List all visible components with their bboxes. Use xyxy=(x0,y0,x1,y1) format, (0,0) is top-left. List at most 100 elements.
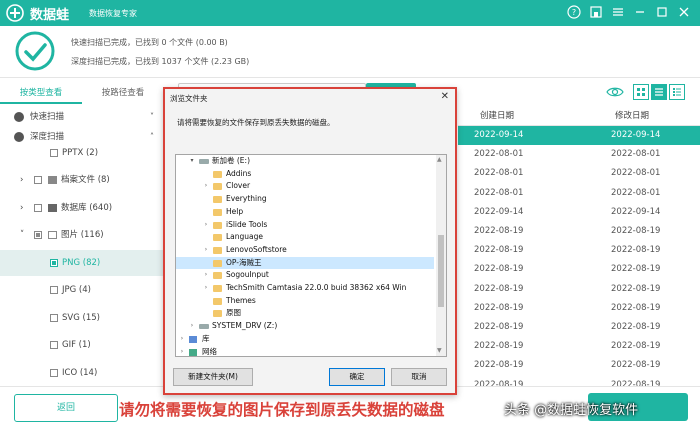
preview-eye-icon[interactable] xyxy=(606,86,624,98)
tree-item[interactable]: Themes xyxy=(176,295,434,308)
modified-date-cell: 2022-09-14 xyxy=(611,130,661,140)
table-row[interactable]: 2022-09-14 2022-09-14 xyxy=(458,203,700,222)
ok-button[interactable]: 确定 xyxy=(329,368,385,386)
tree-item[interactable]: › 网络 xyxy=(176,346,434,357)
tree-item-label: 库 xyxy=(202,333,210,343)
minimize-icon[interactable] xyxy=(632,5,648,21)
chevron-down-icon[interactable]: ˅ xyxy=(20,222,24,248)
sidebar-item-pptx[interactable]: PPTX (2) xyxy=(0,140,165,166)
tree-item[interactable]: Help xyxy=(176,206,434,219)
tree-item[interactable]: Everything xyxy=(176,193,434,206)
folder-icon xyxy=(213,183,222,191)
tree-scrollbar[interactable]: ▲ ▼ xyxy=(436,155,446,356)
table-row[interactable]: 2022-08-19 2022-08-19 xyxy=(458,222,700,241)
new-folder-button[interactable]: 新建文件夹(M) xyxy=(173,368,253,386)
checkbox[interactable] xyxy=(50,369,58,377)
modified-date-cell: 2022-08-19 xyxy=(611,341,661,352)
checkbox-partial[interactable] xyxy=(34,231,42,239)
tree-item[interactable]: Language xyxy=(176,231,434,244)
sidebar-item-jpg[interactable]: JPG (4) xyxy=(0,277,165,303)
sidebar-item-ico[interactable]: ICO (14) xyxy=(0,360,165,386)
app-slogan: 数据恢复专家 xyxy=(89,9,137,18)
checkbox[interactable] xyxy=(34,176,42,184)
tree-item[interactable]: 原图 xyxy=(176,307,434,320)
back-button[interactable]: 返回 xyxy=(14,394,118,422)
checkbox[interactable] xyxy=(50,341,58,349)
column-created-date[interactable]: 创建日期 xyxy=(480,109,514,121)
checkbox[interactable] xyxy=(34,204,42,212)
scroll-down-icon[interactable]: ▼ xyxy=(437,347,442,354)
sidebar-item-label: JPG (4) xyxy=(62,285,91,295)
expand-closed-icon[interactable]: › xyxy=(178,333,186,346)
checkbox[interactable] xyxy=(50,286,58,294)
tree-item-label: Addins xyxy=(226,168,252,178)
sidebar-item-database[interactable]: › 数据库 (640) xyxy=(0,195,165,221)
expand-closed-icon[interactable]: › xyxy=(202,269,210,282)
sidebar-item-images[interactable]: ˅ 图片 (116) xyxy=(0,222,165,248)
folder-icon xyxy=(213,221,222,229)
close-icon[interactable] xyxy=(676,5,692,21)
grid-view-icon[interactable] xyxy=(633,84,649,100)
tree-item[interactable]: › SYSTEM_DRV (Z:) xyxy=(176,320,434,333)
expand-open-icon[interactable]: ▾ xyxy=(188,155,196,168)
table-row[interactable]: 2022-08-19 2022-08-19 xyxy=(458,241,700,260)
tree-item-label: Help xyxy=(226,206,244,216)
created-date-cell: 2022-09-14 xyxy=(474,130,524,140)
tab-by-type[interactable]: 按类型查看 xyxy=(0,82,82,104)
table-row[interactable]: 2022-08-19 2022-08-19 xyxy=(458,299,700,318)
sidebar-item-gif[interactable]: GIF (1) xyxy=(0,332,165,358)
table-row[interactable]: 2022-08-19 2022-08-19 xyxy=(458,356,700,375)
table-row[interactable]: 2022-08-01 2022-08-01 xyxy=(458,145,700,164)
cancel-button[interactable]: 取消 xyxy=(391,368,447,386)
tree-item[interactable]: › SogouInput xyxy=(176,269,434,282)
expand-closed-icon[interactable]: › xyxy=(188,320,196,333)
tree-item[interactable]: › TechSmith Camtasia 22.0.0 buid 38362 x6… xyxy=(176,282,434,295)
expand-closed-icon[interactable]: › xyxy=(202,282,210,295)
tree-item[interactable]: Addins xyxy=(176,168,434,181)
home-icon[interactable] xyxy=(588,5,604,21)
sidebar-item-label: GIF (1) xyxy=(62,340,91,350)
checkbox[interactable] xyxy=(50,149,58,157)
expand-closed-icon[interactable]: › xyxy=(178,346,186,357)
tree-item[interactable]: OP-海贼王 xyxy=(176,256,434,270)
tree-item[interactable]: ▾ 新加卷 (E:) xyxy=(176,155,434,168)
help-icon[interactable]: ? xyxy=(566,5,582,21)
tree-item[interactable]: › LenovoSoftstore xyxy=(176,244,434,257)
table-row[interactable]: 2022-08-19 2022-08-19 xyxy=(458,260,700,279)
menu-icon[interactable] xyxy=(610,5,626,21)
tree-item[interactable]: › iSlide Tools xyxy=(176,219,434,232)
sidebar-item-png[interactable]: PNG (82) xyxy=(0,250,165,276)
list-view-icon[interactable] xyxy=(651,84,667,100)
tree-item-label: Language xyxy=(226,232,264,242)
table-row[interactable]: 2022-09-14 2022-09-14 xyxy=(458,126,700,145)
table-row[interactable]: 2022-08-19 2022-08-19 xyxy=(458,280,700,299)
expand-closed-icon[interactable]: › xyxy=(202,219,210,232)
checkbox-partial[interactable] xyxy=(50,259,58,267)
tab-by-path[interactable]: 按路径查看 xyxy=(82,82,164,104)
tree-item[interactable]: › Clover xyxy=(176,180,434,193)
sidebar-item-svg[interactable]: SVG (15) xyxy=(0,305,165,331)
sidebar-item-archive[interactable]: › 档案文件 (8) xyxy=(0,167,165,193)
checkbox[interactable] xyxy=(50,314,58,322)
modified-date-cell: 2022-08-01 xyxy=(611,187,661,198)
table-row[interactable]: 2022-08-01 2022-08-01 xyxy=(458,184,700,203)
expand-closed-icon[interactable]: › xyxy=(202,244,210,257)
sidebar-item-label: SVG (15) xyxy=(62,313,100,323)
sidebar-item-label: 档案文件 (8) xyxy=(61,175,110,185)
table-row[interactable]: 2022-08-19 2022-08-19 xyxy=(458,318,700,337)
table-row[interactable]: 2022-08-19 2022-08-19 xyxy=(458,337,700,356)
sidebar-item-label: PNG (82) xyxy=(62,258,101,268)
detail-view-icon[interactable] xyxy=(669,84,685,100)
table-row[interactable]: 2022-08-01 2022-08-01 xyxy=(458,164,700,183)
tree-item[interactable]: › 库 xyxy=(176,333,434,346)
chevron-right-icon[interactable]: › xyxy=(20,167,23,193)
dialog-close-icon[interactable]: ✕ xyxy=(441,91,449,102)
scroll-up-icon[interactable]: ▲ xyxy=(437,156,442,163)
column-modified-date[interactable]: 修改日期 xyxy=(615,109,649,121)
maximize-icon[interactable] xyxy=(654,5,670,21)
chevron-right-icon[interactable]: › xyxy=(20,195,23,221)
created-date-cell: 2022-08-19 xyxy=(474,322,524,332)
modified-date-cell: 2022-08-01 xyxy=(611,168,661,179)
expand-closed-icon[interactable]: › xyxy=(202,180,210,193)
scroll-thumb[interactable] xyxy=(438,235,444,307)
